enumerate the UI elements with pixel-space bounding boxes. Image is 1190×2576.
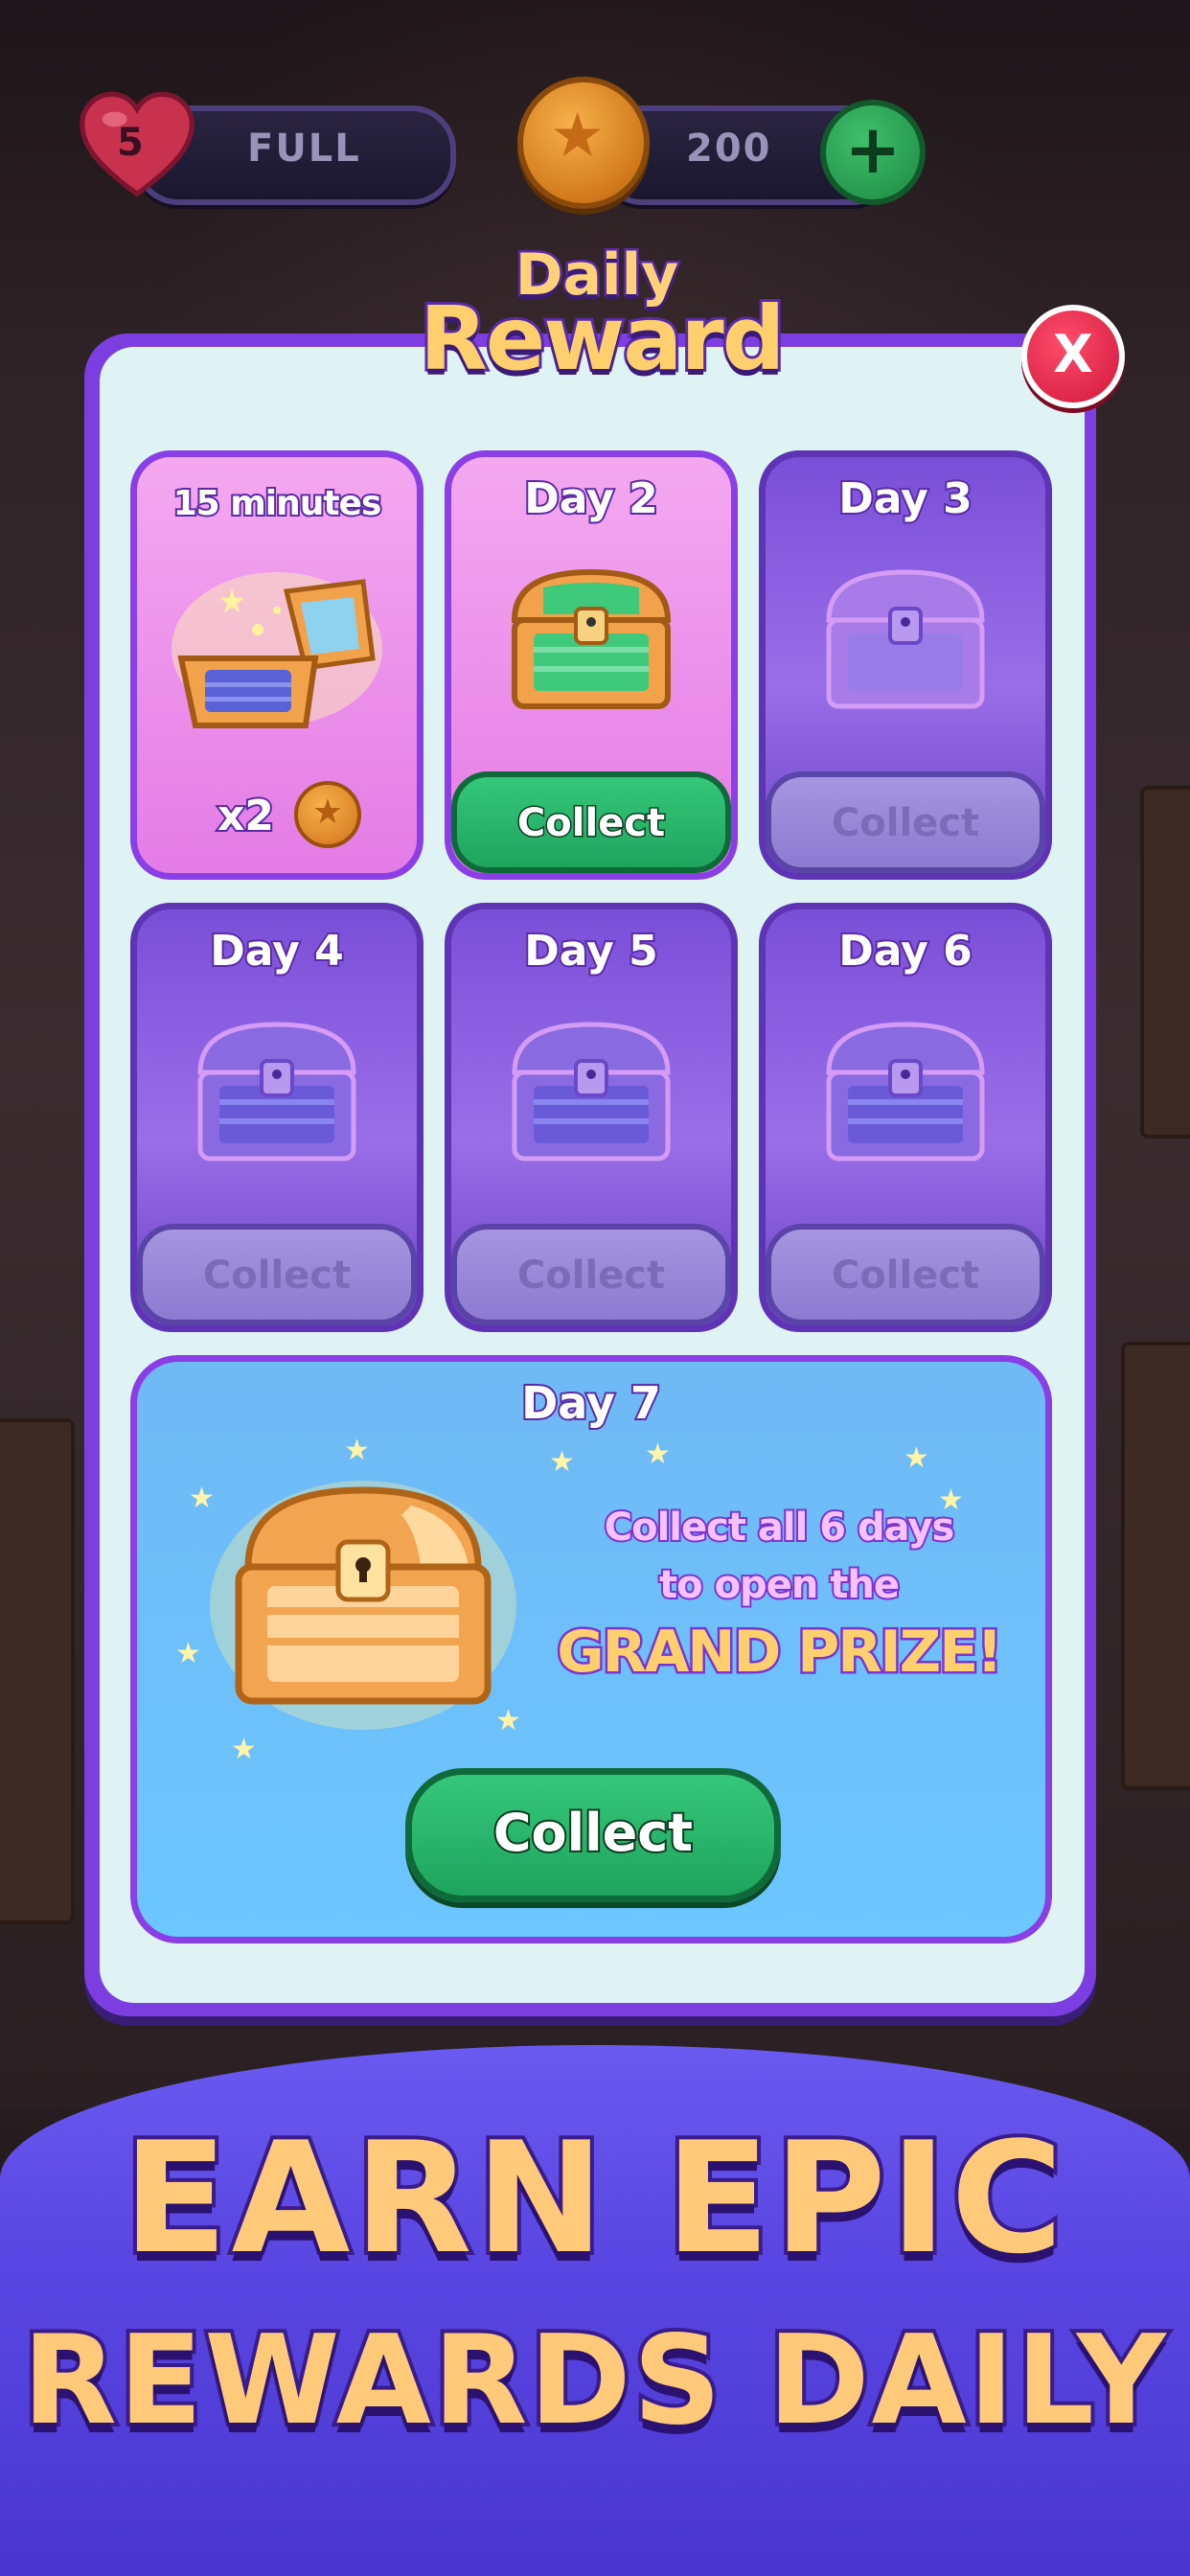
banner-headline-2: REWARDS DAILY (18, 2306, 1169, 2456)
star-icon: ★ (550, 101, 606, 172)
open-chest-icon: ★ (172, 572, 382, 728)
banner-headline-1: EARN EPIC (119, 2104, 1067, 2291)
modal-title: Daily Reward (417, 240, 789, 404)
star-icon: ★ (904, 1441, 929, 1475)
locked-chest-icon (826, 1022, 985, 1162)
locked-chest-icon (512, 1022, 671, 1162)
chest-icon (511, 568, 672, 709)
locked-chest-icon (826, 569, 985, 709)
collect-grand-prize-button[interactable]: Collect (405, 1768, 781, 1902)
cabinet-decoration-right (1121, 1342, 1190, 1790)
collect-button-day-4[interactable]: Collect (137, 1224, 417, 1325)
star-icon: ★ (549, 1445, 575, 1479)
cabinet-decoration (0, 1418, 75, 1924)
collect-button-day-3[interactable]: Collect (766, 771, 1045, 873)
reward-multiplier: x2 (216, 790, 276, 842)
collect-button-day-2[interactable]: Collect (451, 771, 731, 873)
collect-button-day-5[interactable]: Collect (451, 1224, 731, 1325)
card-label: Day 4 (208, 925, 345, 978)
card-label: Day 6 (836, 925, 973, 978)
promo-line-2: to open the (657, 1561, 902, 1609)
reward-card-15-minutes[interactable]: 15 minutes ★ x2 ★ (130, 450, 423, 880)
card-label: Day 3 (836, 472, 973, 525)
close-button[interactable]: X (1021, 305, 1125, 408)
card-label: Day 7 (519, 1375, 663, 1431)
title-reward: Reward (417, 285, 789, 393)
card-label: Day 2 (522, 472, 659, 525)
reward-card-day-5[interactable]: Day 5 Collect (445, 903, 738, 1332)
reward-card-day-6[interactable]: Day 6 Collect (759, 903, 1052, 1332)
card-label: Day 5 (522, 925, 659, 978)
lives-count: 5 (117, 121, 146, 165)
card-label: 15 minutes (172, 482, 384, 525)
shelf-decoration (1140, 786, 1190, 1138)
svg-text:★: ★ (217, 583, 246, 621)
star-icon: ★ (645, 1438, 671, 1471)
coin-icon: ★ (517, 77, 650, 209)
grand-prize-card: Day 7 ★ ★ ★ ★ ★ ★ ★ ★ ★ Collect all 6 da… (130, 1355, 1052, 1944)
grand-prize-text: GRAND PRIZE! (555, 1617, 1005, 1689)
lives-status: FULL (247, 126, 361, 171)
coins-count: 200 (686, 126, 772, 171)
star-icon: ★ (175, 1637, 201, 1670)
reward-card-day-4[interactable]: Day 4 Collect (130, 903, 423, 1332)
star-icon: ★ (231, 1733, 257, 1766)
reward-card-day-2[interactable]: Day 2 Collect (445, 450, 738, 880)
promo-line-1: Collect all 6 days (603, 1504, 957, 1552)
collect-button-day-6[interactable]: Collect (766, 1224, 1045, 1325)
grand-prize-chest-icon (210, 1481, 516, 1730)
add-coins-button[interactable]: + (820, 100, 926, 205)
locked-chest-icon (197, 1022, 356, 1162)
coin-icon: ★ (294, 781, 361, 848)
reward-card-day-3[interactable]: Day 3 Collect (759, 450, 1052, 880)
